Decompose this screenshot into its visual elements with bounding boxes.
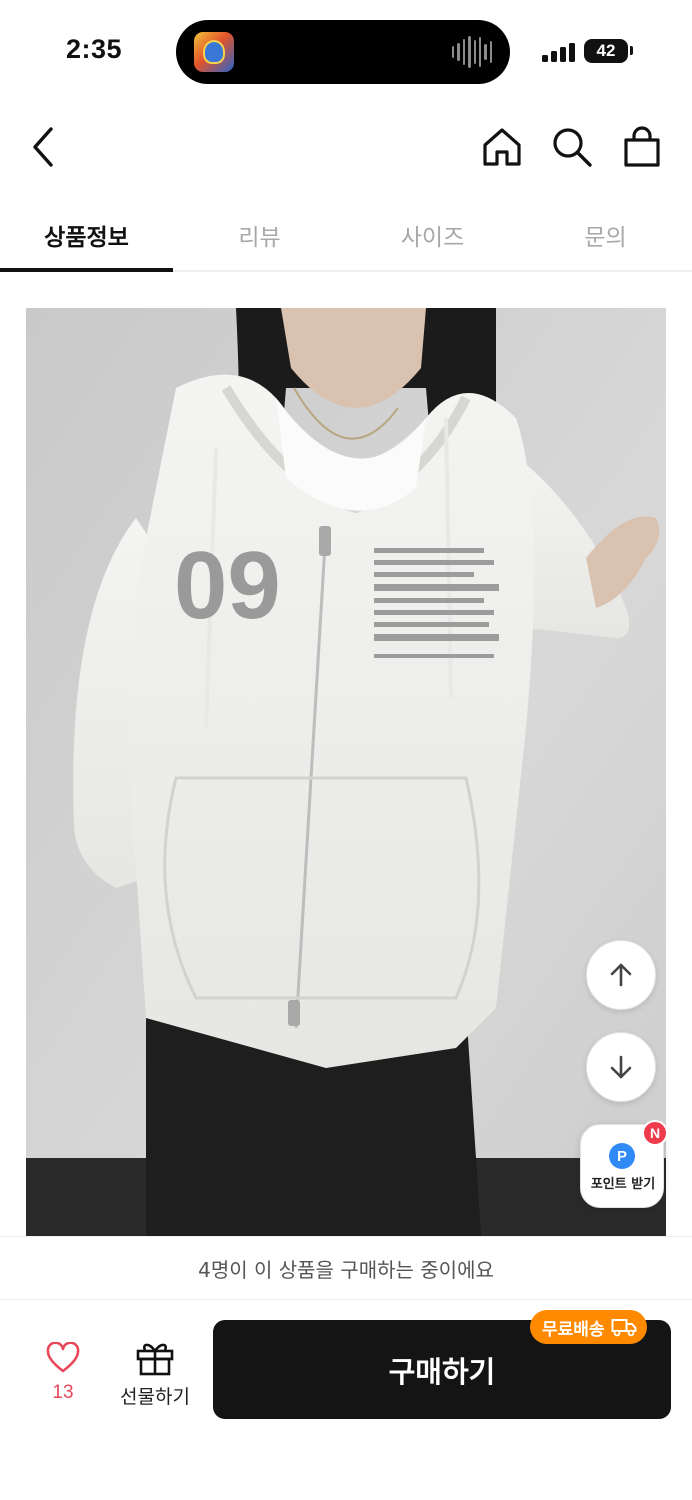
gift-icon [136, 1343, 174, 1376]
product-detail-screen: 2:35 42 상품정보 리뷰 사이즈 문의 09 P 포인트 받기 N 4명이… [0, 0, 692, 1500]
search-button[interactable] [548, 122, 596, 172]
active-tab-indicator [0, 268, 173, 272]
free-shipping-badge: 무료배송 [530, 1310, 647, 1344]
live-purchase-notice: 4명이 이 상품을 구매하는 중이에요 [0, 1236, 692, 1300]
like-button[interactable]: 13 [28, 1338, 98, 1414]
arrow-down-icon [610, 1055, 632, 1079]
product-photo[interactable]: 09 [26, 308, 666, 1236]
battery-cap [630, 46, 633, 55]
audio-waveform-icon [452, 35, 492, 69]
gift-label: 선물하기 [120, 1386, 190, 1408]
point-icon: P [609, 1143, 635, 1169]
back-button[interactable] [22, 122, 66, 172]
shopping-bag-icon [624, 126, 660, 167]
hoodie-photo-illustration: 09 [26, 308, 666, 1236]
app-header [0, 104, 692, 190]
new-badge: N [642, 1120, 668, 1146]
tab-product-info[interactable]: 상품정보 [0, 200, 173, 270]
product-tabs: 상품정보 리뷰 사이즈 문의 [0, 200, 692, 272]
delivery-truck-icon [611, 1319, 637, 1337]
tab-reviews[interactable]: 리뷰 [173, 200, 346, 270]
status-time: 2:35 [66, 34, 123, 64]
scroll-down-button[interactable] [586, 1032, 656, 1102]
tab-size[interactable]: 사이즈 [346, 200, 519, 270]
tab-inquiry[interactable]: 문의 [519, 200, 692, 270]
dynamic-island[interactable] [176, 20, 510, 84]
cart-button[interactable] [618, 122, 666, 172]
status-bar: 2:35 42 [0, 0, 692, 100]
home-icon [483, 128, 521, 166]
cellular-signal-icon [542, 42, 576, 62]
free-shipping-label: 무료배송 [542, 1319, 605, 1340]
search-icon [553, 128, 592, 167]
gift-button[interactable]: 선물하기 [112, 1338, 198, 1414]
get-points-label: 포인트 받기 [590, 1177, 656, 1192]
heart-icon [46, 1342, 80, 1373]
bottom-action-bar: 13 선물하기 구매하기 무료배송 [0, 1300, 692, 1500]
now-playing-app-icon [194, 32, 234, 72]
chevron-left-icon [33, 127, 53, 167]
arrow-up-icon [610, 963, 632, 987]
svg-text:09: 09 [174, 532, 281, 639]
like-count: 13 [52, 1382, 74, 1403]
scroll-up-button[interactable] [586, 940, 656, 1010]
home-button[interactable] [478, 122, 526, 172]
battery-icon: 42 [584, 39, 628, 63]
